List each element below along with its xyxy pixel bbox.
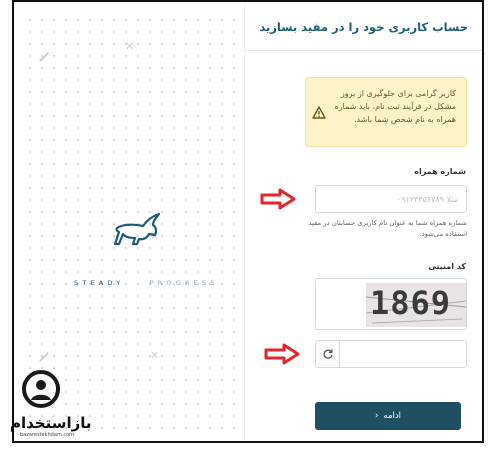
phone-label: شماره همراه [414, 167, 466, 176]
watermark-name: بازاستخدام [10, 414, 92, 432]
watermark-person-icon [22, 370, 60, 408]
captcha-image-box: 1869 [315, 278, 467, 330]
phone-input[interactable] [315, 185, 467, 213]
captcha-input-group [315, 340, 467, 368]
watermark-logo: بازاستخدام bazarestekhdam.com [10, 370, 92, 448]
warning-alert-text: کاربر گرامی برای جلوگیری از بروز مشکل در… [334, 89, 457, 124]
refresh-icon [323, 349, 333, 359]
red-arrow-icon [260, 188, 296, 210]
signup-form-panel: حساب کاربری خود را در مفید بسازید کاربر … [244, 2, 482, 441]
captcha-image: 1869 [366, 283, 466, 327]
decorative-x-mark: ✕ [125, 40, 135, 53]
continue-button-label: ادامه [383, 411, 402, 421]
bull-logo-icon [109, 210, 169, 250]
warning-triangle-icon [312, 106, 326, 119]
phone-help-text: شماره همراه شما به عنوان نام کاربری حساب… [308, 219, 468, 238]
brand-word-steady: STEADY [74, 279, 125, 287]
watermark-site: bazarestekhdam.com [20, 432, 75, 438]
brand-tagline: STEADY PROGRESS [74, 279, 244, 287]
title-divider [245, 50, 482, 51]
captcha-input[interactable] [339, 340, 467, 368]
brand-word-progress: PROGRESS [149, 279, 219, 287]
warning-alert: کاربر گرامی برای جلوگیری از بروز مشکل در… [305, 77, 467, 147]
red-arrow-icon [264, 343, 300, 365]
captcha-label: کد امنیتی [428, 262, 466, 271]
refresh-captcha-button[interactable] [315, 340, 340, 368]
captcha-code: 1869 [370, 284, 452, 322]
continue-button[interactable]: ادامه ‹ [315, 402, 461, 430]
decorative-x-mark: ✕ [150, 349, 160, 362]
page-title: حساب کاربری خود را در مفید بسازید [259, 20, 468, 34]
chevron-left-icon: ‹ [374, 411, 379, 421]
